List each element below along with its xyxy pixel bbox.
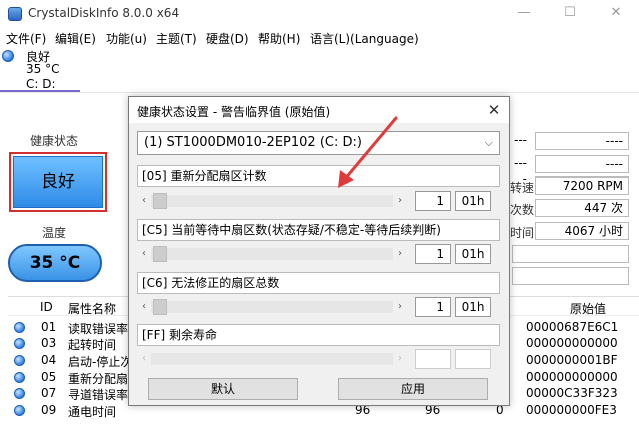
dialog-title: 健康状态设置 - 警告临界值 (原始值): [137, 105, 331, 119]
threshold-hex-c6: 01h: [455, 297, 491, 317]
menu-help[interactable]: 帮助(H): [258, 30, 300, 47]
drive-tab-letters[interactable]: C: D:: [26, 77, 56, 91]
window-title: CrystalDiskInfo 8.0.0 x64: [28, 6, 180, 20]
default-button[interactable]: 默认: [148, 378, 298, 400]
slider-track[interactable]: [151, 301, 393, 313]
status-dot-icon: [14, 388, 25, 399]
chevron-left-icon[interactable]: ‹: [137, 245, 151, 263]
table-row-name: 起转时间: [68, 338, 117, 352]
table-row-id: 09: [41, 403, 57, 417]
dialog-close-button[interactable]: ✕: [481, 99, 507, 121]
threshold-value-ff: [415, 349, 451, 369]
table-row-raw: 0000000001BF: [526, 353, 618, 367]
info-label-power-hours: 时间: [510, 226, 535, 240]
status-dot-icon: [14, 372, 25, 383]
table-row-name: 读取错误率: [68, 322, 129, 336]
threshold-hex-c5: 01h: [455, 244, 491, 264]
table-row-raw: 000000000000: [526, 370, 618, 384]
maximize-button[interactable]: ☐: [547, 0, 593, 28]
section-label-05: [05] 重新分配扇区计数: [137, 165, 500, 187]
temperature-badge: 35 °C: [8, 244, 102, 282]
info-field-blank-2: [512, 267, 629, 285]
slider-track[interactable]: [151, 195, 393, 207]
chevron-down-icon: ⌵: [484, 136, 493, 149]
chevron-right-icon[interactable]: ›: [393, 245, 407, 263]
slider-track[interactable]: [151, 248, 393, 260]
chevron-right-icon[interactable]: ›: [393, 298, 407, 316]
health-settings-dialog: 健康状态设置 - 警告临界值 (原始值) ✕ (1) ST1000DM010-2…: [128, 96, 510, 406]
table-row-id: 05: [41, 370, 57, 384]
app-icon: [8, 7, 22, 21]
section-label-c6: [C6] 无法修正的扇区总数: [137, 272, 500, 294]
status-dot-icon: [14, 322, 25, 333]
column-id[interactable]: ID: [40, 300, 53, 314]
section-label-c5: [C5] 当前等待中扇区数(状态存疑/不稳定-等待后续判断): [137, 219, 500, 241]
close-button[interactable]: ✕: [593, 0, 639, 28]
menu-disk[interactable]: 硬盘(D): [206, 30, 249, 47]
menu-file[interactable]: 文件(F): [6, 30, 46, 47]
column-raw[interactable]: 原始值: [570, 300, 606, 317]
drive-status-icon: [2, 50, 14, 62]
threshold-value-c6[interactable]: 1: [415, 297, 451, 317]
threshold-hex-05: 01h: [455, 191, 491, 211]
table-row-id: 01: [41, 320, 57, 334]
chevron-left-icon[interactable]: ‹: [137, 298, 151, 316]
slider-track: [151, 353, 393, 365]
status-dot-icon: [14, 355, 25, 366]
slider-thumb[interactable]: [153, 246, 167, 262]
threshold-value-05[interactable]: 1: [415, 191, 451, 211]
menu-function[interactable]: 功能(u): [106, 30, 147, 47]
status-dot-icon: [14, 405, 25, 416]
slider-ff: ‹ ›: [137, 350, 407, 368]
info-field-1-prefix: ----: [512, 132, 532, 163]
drive-select[interactable]: (1) ST1000DM010-2EP102 (C: D:) ⌵: [137, 131, 500, 155]
divider: [0, 92, 639, 93]
table-row-name: 寻道错误率: [68, 388, 129, 402]
info-value-rpm: 7200 RPM: [535, 177, 629, 195]
chevron-right-icon: ›: [398, 353, 402, 364]
menu-edit[interactable]: 编辑(E): [55, 30, 96, 47]
menu-language[interactable]: 语言(L)(Language): [310, 30, 419, 47]
slider-thumb[interactable]: [153, 299, 167, 315]
info-label-power-count: 次数: [510, 203, 535, 217]
threshold-value-c5[interactable]: 1: [415, 244, 451, 264]
health-highlight-box: 良好: [9, 152, 107, 212]
slider-05[interactable]: ‹ ›: [137, 192, 407, 210]
section-label-ff: [FF] 剩余寿命: [137, 324, 500, 346]
slider-c5[interactable]: ‹ ›: [137, 245, 407, 263]
chevron-left-icon: ‹: [142, 353, 146, 364]
table-row-name: 启动-停止次: [68, 355, 133, 369]
info-value-power-hours: 4067 小时: [535, 222, 629, 240]
table-row-raw: 000000000FE3: [526, 403, 617, 417]
info-field-1: ----: [535, 132, 629, 150]
table-row-name: 通电时间: [68, 405, 117, 419]
column-name[interactable]: 属性名称: [68, 300, 116, 317]
info-value-power-count: 447 次: [535, 199, 629, 217]
table-row-raw: 00000C33F323: [526, 386, 618, 400]
info-field-blank-1: [512, 245, 629, 263]
info-label-rpm: 转速: [510, 181, 535, 195]
table-row-raw: 000000000000: [526, 336, 618, 350]
menu-theme[interactable]: 主题(T): [156, 30, 197, 47]
chevron-left-icon[interactable]: ‹: [137, 192, 151, 210]
threshold-hex-ff: [455, 349, 491, 369]
drive-tab-temp[interactable]: 35 °C: [26, 62, 59, 76]
slider-thumb[interactable]: [153, 193, 167, 209]
chevron-right-icon[interactable]: ›: [393, 192, 407, 210]
apply-button[interactable]: 应用: [338, 378, 488, 400]
health-status-button[interactable]: 良好: [13, 156, 103, 208]
status-dot-icon: [14, 338, 25, 349]
table-row-id: 04: [41, 353, 57, 367]
temperature-label: 温度: [42, 226, 67, 240]
table-row-raw: 00000687E6C1: [526, 320, 619, 334]
table-row-id: 03: [41, 336, 57, 350]
info-field-2-prefix: ----: [512, 155, 532, 186]
health-status-label: 健康状态: [30, 134, 79, 148]
slider-c6[interactable]: ‹ ›: [137, 298, 407, 316]
minimize-button[interactable]: —: [501, 0, 547, 28]
drive-select-value: (1) ST1000DM010-2EP102 (C: D:): [144, 135, 362, 150]
table-row-id: 07: [41, 386, 57, 400]
info-field-2: ----: [535, 155, 629, 173]
